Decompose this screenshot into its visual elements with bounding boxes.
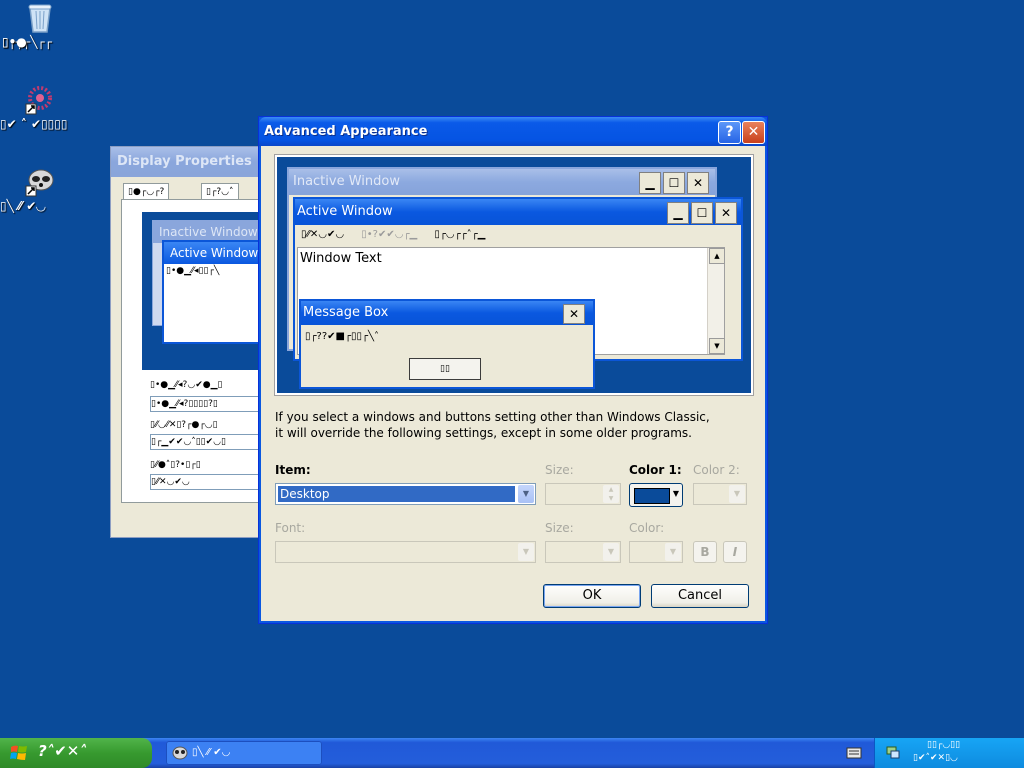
close-icon: ✕ <box>747 124 760 140</box>
preview-window-text: Window Text <box>300 251 382 266</box>
desktop-icon-label: ▯•● <box>2 35 27 49</box>
italic-button[interactable]: I <box>723 541 747 563</box>
font-label: Font: <box>275 521 306 535</box>
help-icon: ? <box>725 124 734 140</box>
preview-menu-disabled[interactable]: ▯•?✔✔◡┌▁ <box>361 229 417 240</box>
taskbar-item-display-properties[interactable]: ▯╲ ⁄⁄ ✔◡ <box>166 741 322 765</box>
preview-menu-selected[interactable]: ▯┌◡┌┌˄┌▁ <box>434 229 485 240</box>
color2-label: Color 2: <box>693 463 740 477</box>
preview-menu-normal[interactable]: ▯⁄⁄✕◡✔◡ <box>301 229 344 240</box>
display-properties-titlebar[interactable]: Display Properties <box>111 147 263 177</box>
maximize-icon: ☐ <box>691 202 713 224</box>
minimize-icon: ▁ <box>639 172 661 194</box>
shortcut-raccoon-icon[interactable]: ▯╲ ⁄⁄ ✔◡ <box>0 166 76 213</box>
preview-scrollbar[interactable]: ▲ ▼ <box>707 248 725 354</box>
windows-buttons-select[interactable]: ▯•●▁⁄⁄◂?▯▯▯▯?▯ <box>150 396 266 412</box>
size-stepper[interactable]: ▲ ▼ <box>545 483 621 505</box>
font-color-label: Color: <box>629 521 665 535</box>
start-button[interactable]: ?˄✔✕˄ <box>0 738 152 768</box>
scroll-down-icon: ▼ <box>709 338 725 354</box>
chevron-down-icon: ▼ <box>603 543 619 561</box>
font-size-select[interactable]: ▯⁄⁄✕◡✔◡ <box>150 474 266 490</box>
display-properties-panel: Inactive Window Active Window ▯•●▁⁄⁄◂▯▯┌… <box>121 199 268 503</box>
windows-logo-icon <box>10 745 27 760</box>
flower-icon <box>25 86 52 115</box>
trash-icon <box>28 4 52 33</box>
spin-arrows-icon[interactable]: ▲ ▼ <box>603 485 619 503</box>
dialog-titlebar[interactable]: Advanced Appearance ? ✕ <box>259 117 767 146</box>
message-box-text: ▯┌??✔■┌▯▯┌╲˄ <box>305 331 380 342</box>
raccoon-icon <box>25 169 54 197</box>
font-select[interactable]: ▼ <box>275 541 536 563</box>
item-select[interactable]: Desktop ▼ <box>275 483 536 505</box>
info-line: If you select a windows and buttons sett… <box>275 410 710 424</box>
chevron-down-icon: ▼ <box>729 485 745 503</box>
keyboard-icon[interactable] <box>846 746 862 760</box>
scroll-up-icon: ▲ <box>709 248 725 264</box>
item-select-value: Desktop <box>278 486 515 502</box>
info-line: it will override the following settings,… <box>275 426 692 440</box>
preview-menu-bar: ▯⁄⁄✕◡✔◡ ▯•?✔✔◡┌▁ ▯┌◡┌┌˄┌▁ <box>301 229 499 240</box>
close-icon: ✕ <box>687 172 709 194</box>
font-size-label: ▯⁄⁄●˄▯?•▯┌▯ <box>150 460 201 470</box>
shortcut-flower-icon[interactable]: ▯✔ ˄ ✔▯▯▯▯ <box>0 84 76 131</box>
network-icon[interactable] <box>885 744 901 760</box>
color-scheme-label: ▯⁄⁄◡⁄⁄✕▯?┌●┌◡▯ <box>150 420 218 430</box>
message-box-ok-button[interactable]: ▯▯ <box>409 358 481 380</box>
raccoon-icon <box>172 746 188 760</box>
cancel-button[interactable]: Cancel <box>651 584 749 608</box>
chevron-down-icon: ▼ <box>672 489 679 498</box>
minimize-icon: ▁ <box>667 202 689 224</box>
start-label: ?˄✔✕˄ <box>38 742 87 760</box>
close-icon: ✕ <box>715 202 737 224</box>
windows-buttons-label: ▯•●▁⁄⁄◂?◡✔●▁▯ <box>150 380 223 390</box>
taskbar: ?˄✔✕˄ ▯╲ ⁄⁄ ✔◡ ▯▯┌◡▯▯ ▯✔˄✔✕▯◡ <box>0 738 1024 768</box>
chevron-down-icon: ▼ <box>518 543 534 561</box>
close-icon: ✕ <box>563 304 585 324</box>
appearance-preview: Inactive Window Active Window ▯•●▁⁄⁄◂▯▯┌… <box>142 212 268 370</box>
color2-picker-button[interactable]: ▼ <box>693 483 747 505</box>
tray-text: ▯▯┌◡▯▯ <box>927 740 961 750</box>
preview-active-title: Active Window <box>164 242 266 264</box>
color1-swatch <box>634 488 670 504</box>
message-box-title: Message Box <box>301 301 593 325</box>
font-size-select[interactable]: ▼ <box>545 541 621 563</box>
maximize-icon: ☐ <box>663 172 685 194</box>
color1-picker-button[interactable]: ▼ <box>629 483 683 507</box>
dialog-title: Advanced Appearance <box>264 124 428 139</box>
preview-active-window: Active Window ▯•●▁⁄⁄◂▯▯┌╲ <box>162 240 268 344</box>
chevron-down-icon[interactable]: ▼ <box>518 485 534 503</box>
preview-message-box[interactable]: Message Box ✕ ▯┌??✔■┌▯▯┌╲˄ ▯▯ <box>299 299 595 389</box>
taskbar-item-label: ▯╲ ⁄⁄ ✔◡ <box>192 747 231 758</box>
color-scheme-select[interactable]: ▯┌▁✔✔◡˄▯▯✔◡▯ <box>150 434 266 450</box>
color1-label: Color 1: <box>629 463 682 477</box>
item-label: Item: <box>275 463 311 477</box>
display-properties-window[interactable]: Display Properties ▯●┌◡┌? ▯┌?◡˄ Inactive… <box>110 146 268 538</box>
recycle-bin-icon[interactable]: ▯┌┐┌╲┌┌ ▯•● <box>2 2 78 49</box>
size-label: Size: <box>545 463 574 477</box>
desktop-icon-label: ▯╲ ⁄⁄ ✔◡ <box>0 199 46 213</box>
chevron-down-icon: ▼ <box>665 543 681 561</box>
desktop-icon-label: ▯✔ ˄ ✔▯▯▯▯ <box>0 117 68 131</box>
preview-menu: ▯•●▁⁄⁄◂▯▯┌╲ <box>164 264 266 278</box>
bold-button[interactable]: B <box>693 541 717 563</box>
close-button[interactable]: ✕ <box>742 121 765 144</box>
system-tray: ▯▯┌◡▯▯ ▯✔˄✔✕▯◡ <box>874 738 1024 768</box>
font-size-label: Size: <box>545 521 574 535</box>
info-text: If you select a windows and buttons sett… <box>275 409 710 441</box>
appearance-preview[interactable]: Inactive Window ▁ ☐ ✕ Active Window ▁ ☐ … <box>274 154 754 396</box>
help-button[interactable]: ? <box>718 121 741 144</box>
advanced-appearance-dialog[interactable]: Advanced Appearance ? ✕ Inactive Window … <box>258 116 768 624</box>
font-color-picker[interactable]: ▼ <box>629 541 683 563</box>
ok-button[interactable]: OK <box>543 584 641 608</box>
clock[interactable]: ▯✔˄✔✕▯◡ <box>913 753 958 763</box>
